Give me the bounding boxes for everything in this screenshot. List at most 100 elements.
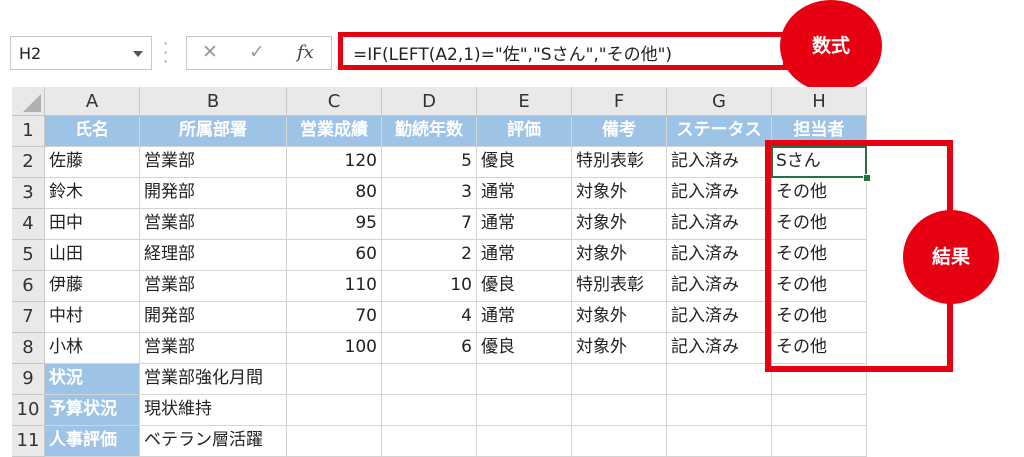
empty-cell[interactable] — [287, 426, 382, 457]
table-cell[interactable]: 2 — [382, 240, 477, 271]
row-header-4[interactable]: 4 — [12, 209, 45, 240]
table-cell[interactable]: 3 — [382, 178, 477, 209]
header-cell: 担当者 — [772, 116, 867, 147]
empty-cell[interactable] — [477, 395, 572, 426]
table-cell[interactable]: 営業部 — [140, 271, 287, 302]
empty-cell[interactable] — [667, 426, 772, 457]
empty-cell[interactable] — [477, 426, 572, 457]
table-cell[interactable]: 鈴木 — [45, 178, 140, 209]
table-cell[interactable]: 記入済み — [667, 333, 772, 364]
table-cell[interactable]: 小林 — [45, 333, 140, 364]
table-cell[interactable]: 7 — [382, 209, 477, 240]
row-header-7[interactable]: 7 — [12, 302, 45, 333]
table-cell[interactable]: 通常 — [477, 240, 572, 271]
row-header-10[interactable]: 10 — [12, 395, 45, 426]
table-cell[interactable]: その他 — [772, 240, 867, 271]
table-cell[interactable]: 優良 — [477, 333, 572, 364]
table-cell[interactable]: Sさん — [772, 147, 867, 178]
table-cell[interactable]: 通常 — [477, 209, 572, 240]
empty-cell[interactable] — [287, 364, 382, 395]
table-cell[interactable]: 60 — [287, 240, 382, 271]
table-cell[interactable]: 経理部 — [140, 240, 287, 271]
table-cell[interactable]: その他 — [772, 209, 867, 240]
table-cell[interactable]: 営業部 — [140, 209, 287, 240]
empty-cell[interactable] — [572, 395, 667, 426]
empty-cell[interactable] — [477, 364, 572, 395]
table-cell[interactable]: 記入済み — [667, 209, 772, 240]
column-header-b[interactable]: B — [140, 87, 287, 116]
empty-cell[interactable] — [572, 364, 667, 395]
column-header-g[interactable]: G — [667, 87, 772, 116]
row-header-1[interactable]: 1 — [12, 116, 45, 147]
table-cell[interactable]: 中村 — [45, 302, 140, 333]
table-cell[interactable]: 営業部 — [140, 147, 287, 178]
table-cell[interactable]: その他 — [772, 178, 867, 209]
table-cell[interactable]: 95 — [287, 209, 382, 240]
table-cell[interactable]: 対象外 — [572, 240, 667, 271]
note-cell[interactable]: ベテラン層活躍 — [140, 426, 287, 457]
empty-cell[interactable] — [772, 364, 867, 395]
select-all-corner[interactable] — [12, 87, 45, 116]
empty-cell[interactable] — [382, 426, 477, 457]
column-header-e[interactable]: E — [477, 87, 572, 116]
table-cell[interactable]: 6 — [382, 333, 477, 364]
table-cell[interactable]: 記入済み — [667, 271, 772, 302]
table-cell[interactable]: 記入済み — [667, 240, 772, 271]
table-cell[interactable]: 対象外 — [572, 209, 667, 240]
row-header-5[interactable]: 5 — [12, 240, 45, 271]
table-cell[interactable]: 優良 — [477, 147, 572, 178]
table-cell[interactable]: 開発部 — [140, 178, 287, 209]
row-header-6[interactable]: 6 — [12, 271, 45, 302]
table-cell[interactable]: 佐藤 — [45, 147, 140, 178]
empty-cell[interactable] — [382, 364, 477, 395]
table-cell[interactable]: その他 — [772, 302, 867, 333]
row-header-9[interactable]: 9 — [12, 364, 45, 395]
table-cell[interactable]: その他 — [772, 333, 867, 364]
column-header-f[interactable]: F — [572, 87, 667, 116]
table-cell[interactable]: 110 — [287, 271, 382, 302]
table-cell[interactable]: 通常 — [477, 178, 572, 209]
row-header-3[interactable]: 3 — [12, 178, 45, 209]
table-cell[interactable]: 120 — [287, 147, 382, 178]
header-cell: ステータス — [667, 116, 772, 147]
table-cell[interactable]: 優良 — [477, 271, 572, 302]
row-header-2[interactable]: 2 — [12, 147, 45, 178]
empty-cell[interactable] — [382, 395, 477, 426]
row-header-11[interactable]: 11 — [12, 426, 45, 457]
table-cell[interactable]: 対象外 — [572, 333, 667, 364]
table-cell[interactable]: 10 — [382, 271, 477, 302]
table-cell[interactable]: 対象外 — [572, 178, 667, 209]
row-header-8[interactable]: 8 — [12, 333, 45, 364]
table-cell[interactable]: 記入済み — [667, 147, 772, 178]
fill-handle[interactable] — [863, 174, 871, 182]
column-header-a[interactable]: A — [45, 87, 140, 116]
note-cell[interactable]: 現状維持 — [140, 395, 287, 426]
table-cell[interactable]: 4 — [382, 302, 477, 333]
table-cell[interactable]: 田中 — [45, 209, 140, 240]
table-cell[interactable]: 5 — [382, 147, 477, 178]
table-cell[interactable]: 70 — [287, 302, 382, 333]
table-cell[interactable]: 対象外 — [572, 302, 667, 333]
column-header-d[interactable]: D — [382, 87, 477, 116]
empty-cell[interactable] — [772, 395, 867, 426]
table-cell[interactable]: 100 — [287, 333, 382, 364]
empty-cell[interactable] — [667, 395, 772, 426]
note-cell[interactable]: 営業部強化月間 — [140, 364, 287, 395]
table-cell[interactable]: 伊藤 — [45, 271, 140, 302]
table-cell[interactable]: 特別表彰 — [572, 147, 667, 178]
column-header-c[interactable]: C — [287, 87, 382, 116]
table-cell[interactable]: 80 — [287, 178, 382, 209]
table-cell[interactable]: 記入済み — [667, 178, 772, 209]
table-cell[interactable]: 開発部 — [140, 302, 287, 333]
table-cell[interactable]: 記入済み — [667, 302, 772, 333]
empty-cell[interactable] — [667, 364, 772, 395]
empty-cell[interactable] — [287, 395, 382, 426]
table-cell[interactable]: 通常 — [477, 302, 572, 333]
table-cell[interactable]: その他 — [772, 271, 867, 302]
empty-cell[interactable] — [572, 426, 667, 457]
column-header-h[interactable]: H — [772, 87, 867, 116]
table-cell[interactable]: 特別表彰 — [572, 271, 667, 302]
table-cell[interactable]: 山田 — [45, 240, 140, 271]
empty-cell[interactable] — [772, 426, 867, 457]
table-cell[interactable]: 営業部 — [140, 333, 287, 364]
